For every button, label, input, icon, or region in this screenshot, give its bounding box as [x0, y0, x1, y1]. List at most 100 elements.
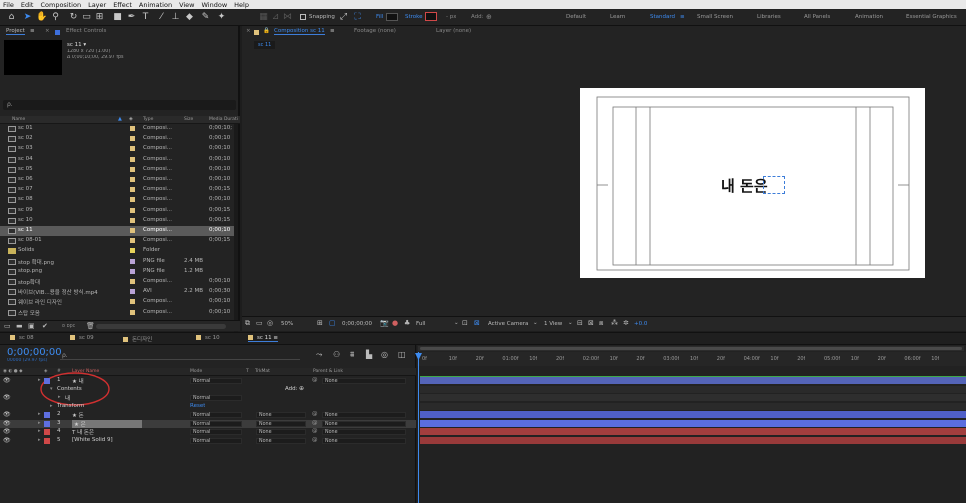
color-channel-icon[interactable]: ♣: [404, 319, 410, 327]
mask-visibility-icon[interactable]: ▭: [256, 319, 263, 327]
project-item[interactable]: 스탑 모음 Composi... 0;00;10: [0, 308, 234, 318]
menu-composition[interactable]: Composition: [40, 1, 81, 9]
menu-file[interactable]: File: [3, 1, 14, 9]
layer-duration-bar[interactable]: [420, 437, 966, 444]
local-axis-icon[interactable]: ▦: [258, 12, 269, 23]
fill-label[interactable]: Fill: [376, 14, 383, 20]
snapshot-icon[interactable]: 📷: [380, 319, 389, 327]
project-item[interactable]: sc 03 Composi... 0;00;10: [0, 144, 234, 154]
pickwhip-icon[interactable]: @: [312, 420, 318, 426]
eye-icon[interactable]: 👁: [3, 394, 11, 401]
comp-menu-icon[interactable]: ≡: [330, 28, 335, 34]
home-icon[interactable]: ⌂: [6, 12, 17, 23]
exposure-value[interactable]: +0.0: [634, 321, 647, 327]
project-item[interactable]: sc 01 Composi... 0;00;10;: [0, 124, 234, 134]
timeline-tab[interactable]: sc 09: [70, 335, 94, 341]
chevron-down-icon[interactable]: ⌄: [454, 320, 459, 326]
motion-blur-icon[interactable]: ◎: [381, 350, 388, 359]
layer-name[interactable]: [White Solid 9]: [72, 437, 113, 443]
workspace-standard[interactable]: Standard: [650, 14, 675, 20]
pickwhip-icon[interactable]: @: [312, 377, 318, 383]
canvas-text[interactable]: 내 돈은: [721, 175, 768, 196]
project-item[interactable]: Solids Folder: [0, 246, 234, 256]
timeline-tab[interactable]: sc 10: [196, 335, 220, 341]
puppet-tool-icon[interactable]: ✦: [216, 12, 227, 23]
work-area-bar[interactable]: [418, 346, 964, 351]
label-swatch[interactable]: [130, 197, 135, 203]
pickwhip-icon[interactable]: @: [312, 437, 318, 443]
world-axis-icon[interactable]: ⊿: [270, 12, 281, 23]
toggle-transparency-icon[interactable]: ⊡: [462, 319, 468, 327]
eye-icon[interactable]: 👁: [3, 428, 11, 435]
label-swatch[interactable]: [130, 136, 135, 142]
adjust-icon[interactable]: ✔: [42, 322, 48, 330]
eraser-tool-icon[interactable]: ◆: [184, 12, 195, 23]
timeline-tab[interactable]: sc 08: [10, 335, 34, 341]
add-icon[interactable]: ⊕: [299, 385, 304, 392]
label-swatch[interactable]: [130, 309, 135, 315]
region-icon[interactable]: ▢: [329, 319, 336, 327]
parent-select[interactable]: None: [322, 421, 406, 427]
close-icon[interactable]: ×: [45, 28, 50, 34]
layer-label-swatch[interactable]: [44, 429, 50, 435]
mode-select[interactable]: Normal: [190, 412, 242, 418]
vr-icon[interactable]: ◎: [267, 319, 273, 327]
workspace-learn[interactable]: Learn: [610, 14, 625, 20]
show-channel-icon[interactable]: ●: [392, 319, 398, 327]
eye-icon[interactable]: 👁: [3, 437, 11, 444]
expand-arrow-icon[interactable]: ▸: [38, 428, 41, 434]
breadcrumb[interactable]: sc 11: [254, 41, 276, 49]
layer-duration-bar[interactable]: [420, 377, 966, 384]
layer-duration-bar[interactable]: [420, 394, 966, 401]
pen-tool-icon[interactable]: ✒: [126, 12, 137, 23]
new-comp-icon[interactable]: ▣: [28, 322, 35, 330]
add-label[interactable]: Add:: [471, 14, 484, 20]
expand-arrow-icon[interactable]: ▾: [50, 386, 53, 392]
project-item[interactable]: sc 08 Composi... 0;00;10: [0, 195, 234, 205]
shape-tool-icon[interactable]: ■: [112, 12, 123, 23]
tab-footage[interactable]: Footage (none): [354, 28, 396, 34]
3d-view-icon[interactable]: ⊠: [588, 319, 594, 327]
hand-tool-icon[interactable]: ✋: [36, 12, 47, 23]
label-swatch[interactable]: [130, 279, 135, 284]
clone-stamp-tool-icon[interactable]: ⊥: [170, 12, 181, 23]
stroke-label[interactable]: Stroke: [405, 14, 423, 20]
views-chevron-icon[interactable]: ⌄: [568, 320, 573, 326]
layer-duration-bar[interactable]: [420, 428, 966, 435]
expand-arrow-icon[interactable]: ▸: [38, 377, 41, 383]
eye-icon[interactable]: 👁: [3, 411, 11, 418]
project-item[interactable]: sc 10 Composi... 0;00;15: [0, 216, 234, 226]
workspace-small-screen[interactable]: Small Screen: [697, 14, 733, 20]
shape-group-name[interactable]: 내: [65, 394, 70, 402]
parent-select[interactable]: None: [322, 378, 406, 384]
col-duration[interactable]: Media Durati: [209, 117, 238, 122]
expand-arrow-icon[interactable]: ▸: [38, 411, 41, 417]
rotate-tool-icon[interactable]: ↻: [68, 12, 79, 23]
project-menu-icon[interactable]: ≡: [30, 28, 35, 34]
shy-icon[interactable]: ⩩: [350, 350, 354, 360]
snapping-checkbox[interactable]: [300, 14, 306, 20]
eye-icon[interactable]: 👁: [3, 420, 11, 427]
project-item[interactable]: stop 확대.png PNG file 2.4 MB: [0, 257, 234, 267]
workspace-essential-graphics[interactable]: Essential Graphics: [906, 14, 957, 20]
menu-edit[interactable]: Edit: [21, 1, 34, 9]
mode-select[interactable]: Normal: [190, 378, 242, 384]
menu-layer[interactable]: Layer: [88, 1, 106, 9]
col-trkmat[interactable]: TrkMat: [255, 369, 270, 374]
label-swatch[interactable]: [130, 146, 135, 152]
interpret-footage-icon[interactable]: ▭: [4, 322, 11, 330]
mode-select[interactable]: Normal: [190, 438, 242, 444]
camera-select[interactable]: Active Camera: [488, 321, 528, 327]
reset-link[interactable]: Reset: [190, 403, 205, 409]
label-swatch[interactable]: [130, 268, 135, 274]
label-swatch[interactable]: [130, 156, 135, 162]
trash-icon[interactable]: 🗑: [86, 322, 95, 330]
draft-3d-icon[interactable]: ⚇: [333, 350, 340, 359]
layer-label-swatch[interactable]: [44, 421, 50, 427]
project-hscrollbar[interactable]: [96, 324, 226, 329]
project-item[interactable]: stop.png PNG file 1.2 MB: [0, 267, 234, 277]
stroke-swatch[interactable]: [425, 12, 437, 21]
label-swatch[interactable]: [130, 248, 135, 254]
layer-duration-bar[interactable]: [420, 420, 966, 427]
menu-view[interactable]: View: [179, 1, 194, 9]
